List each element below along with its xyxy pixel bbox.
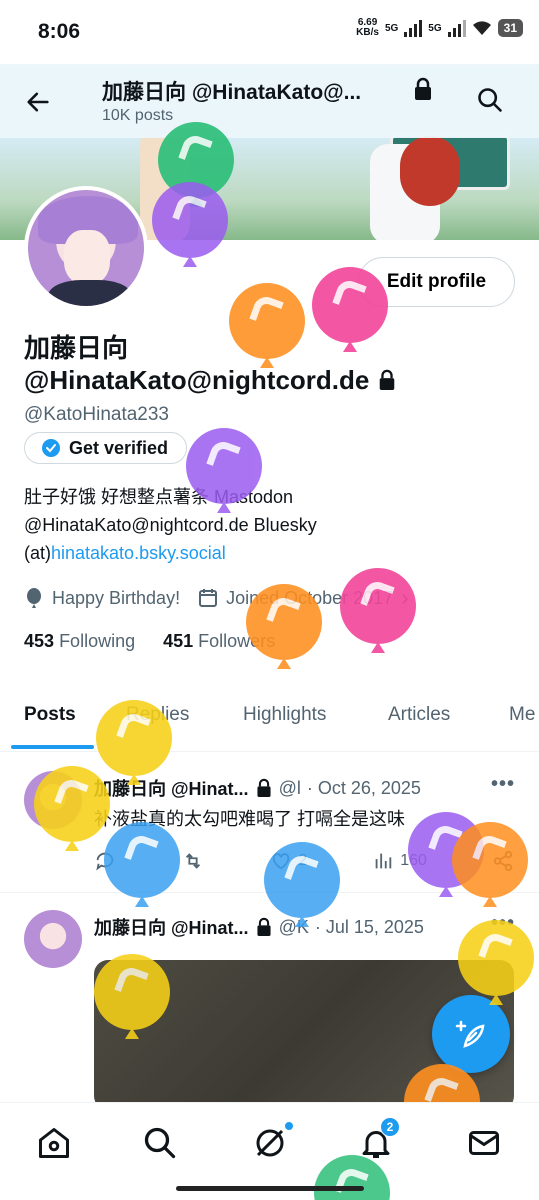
- header-title: 加藤日向 @HinataKato@...: [102, 81, 362, 104]
- calendar-icon: [199, 589, 218, 607]
- birthday-balloon: [314, 1155, 390, 1200]
- lock-icon: [415, 77, 431, 100]
- battery-icon: 31: [497, 19, 523, 37]
- display-name: 加藤日向 @HinataKato@nightcord.de: [24, 332, 397, 396]
- tab-media[interactable]: Me: [509, 704, 535, 726]
- back-arrow-icon[interactable]: [24, 88, 52, 116]
- profile-handle: @KatoHinata233: [24, 404, 169, 425]
- bio-link[interactable]: hinatakato.bsky.social: [51, 543, 226, 563]
- tab-replies[interactable]: Replies: [126, 704, 189, 726]
- share-button[interactable]: [492, 850, 514, 872]
- reply-icon: [96, 852, 114, 871]
- post-date: · Oct 26, 2025: [306, 777, 421, 798]
- post-handle: @K: [278, 916, 309, 937]
- home-indicator[interactable]: [176, 1186, 364, 1191]
- following-link[interactable]: 453 Following: [24, 631, 135, 652]
- status-bar: 8:06 6.69 KB/s 5G 5G 31: [0, 0, 539, 64]
- compose-feather-icon: [455, 1020, 485, 1048]
- network-type-1: 5G: [384, 22, 399, 34]
- signal-icon: [404, 19, 423, 37]
- like-count: 2: [298, 852, 308, 869]
- network-type-2: 5G: [428, 22, 442, 34]
- post-date: · Jul 15, 2025: [314, 916, 424, 937]
- follow-stats: 453 Following 451 Followers: [24, 631, 275, 652]
- active-tab-indicator: [11, 745, 94, 749]
- repost-icon: [186, 853, 201, 869]
- notification-badge: 2: [380, 1117, 400, 1137]
- tab-articles[interactable]: Articles: [388, 704, 450, 726]
- lock-icon: [257, 917, 271, 936]
- compose-post-button[interactable]: [432, 995, 510, 1073]
- post-actions: 2 160: [94, 850, 514, 872]
- signal-icon-2: [447, 19, 466, 37]
- wifi-icon: [472, 21, 491, 35]
- unread-dot: [284, 1121, 294, 1131]
- post-text: 补液盐真的太勾吧难喝了 打嗝全是这味: [94, 809, 405, 829]
- post-avatar[interactable]: [24, 910, 82, 968]
- search-nav-icon[interactable]: [142, 1125, 178, 1161]
- followers-link[interactable]: 451 Followers: [163, 631, 275, 652]
- banner-character-hair: [400, 136, 460, 206]
- birthday-text: Happy Birthday!: [52, 587, 181, 608]
- view-count: 160: [400, 852, 427, 869]
- balloon-icon: [27, 588, 41, 608]
- status-indicators: 6.69 KB/s 5G 5G 31: [356, 18, 523, 38]
- post-count: 10K posts: [102, 107, 174, 124]
- profile-meta: Happy Birthday! Joined October 2017 ›: [24, 585, 409, 611]
- like-button[interactable]: 2: [270, 850, 307, 872]
- views-icon: [375, 853, 392, 869]
- post-handle: @l: [278, 777, 301, 798]
- get-verified-button[interactable]: Get verified: [24, 432, 188, 464]
- more-options-icon[interactable]: •••: [491, 773, 515, 796]
- avatar-body: [48, 280, 132, 306]
- post-avatar[interactable]: [24, 771, 82, 829]
- reply-button[interactable]: [94, 850, 116, 872]
- profile-avatar[interactable]: [24, 186, 148, 310]
- lock-icon: [257, 778, 271, 797]
- avatar-face: [64, 230, 110, 284]
- search-icon[interactable]: [476, 86, 504, 114]
- protected-lock-icon: [380, 369, 395, 390]
- banner-character: [140, 124, 190, 240]
- joined-date: Joined October 2017: [226, 587, 394, 608]
- post-author-name[interactable]: 加藤日向 @Hinat...: [94, 775, 249, 801]
- more-options-icon[interactable]: •••: [491, 912, 515, 935]
- profile-bio: 肚子好饿 好想整点薯条 Mastodon @HinataKato@nightco…: [24, 487, 317, 563]
- verified-badge-icon: [42, 439, 60, 457]
- tab-posts[interactable]: Posts: [24, 704, 76, 726]
- views-button[interactable]: 160: [372, 850, 427, 872]
- status-time: 8:06: [38, 20, 81, 43]
- share-icon: [493, 850, 513, 872]
- grok-icon[interactable]: [252, 1125, 288, 1161]
- chevron-right-icon[interactable]: ›: [401, 585, 408, 611]
- post-author-name[interactable]: 加藤日向 @Hinat...: [94, 914, 249, 940]
- home-icon[interactable]: [36, 1125, 72, 1161]
- post-item[interactable]: 加藤日向 @Hinat... @l · Oct 26, 2025 ••• 补液盐…: [0, 753, 539, 893]
- messages-mail-icon[interactable]: [466, 1125, 502, 1161]
- tab-highlights[interactable]: Highlights: [243, 704, 326, 726]
- profile-tabs: Posts Replies Highlights Articles Me: [0, 692, 539, 752]
- network-speed: 6.69 KB/s: [356, 17, 379, 38]
- edit-profile-button[interactable]: Edit profile: [358, 257, 515, 307]
- repost-button[interactable]: [181, 850, 205, 872]
- heart-icon: [272, 853, 290, 870]
- profile-header-bar: 加藤日向 @HinataKato@... 10K posts: [0, 64, 539, 138]
